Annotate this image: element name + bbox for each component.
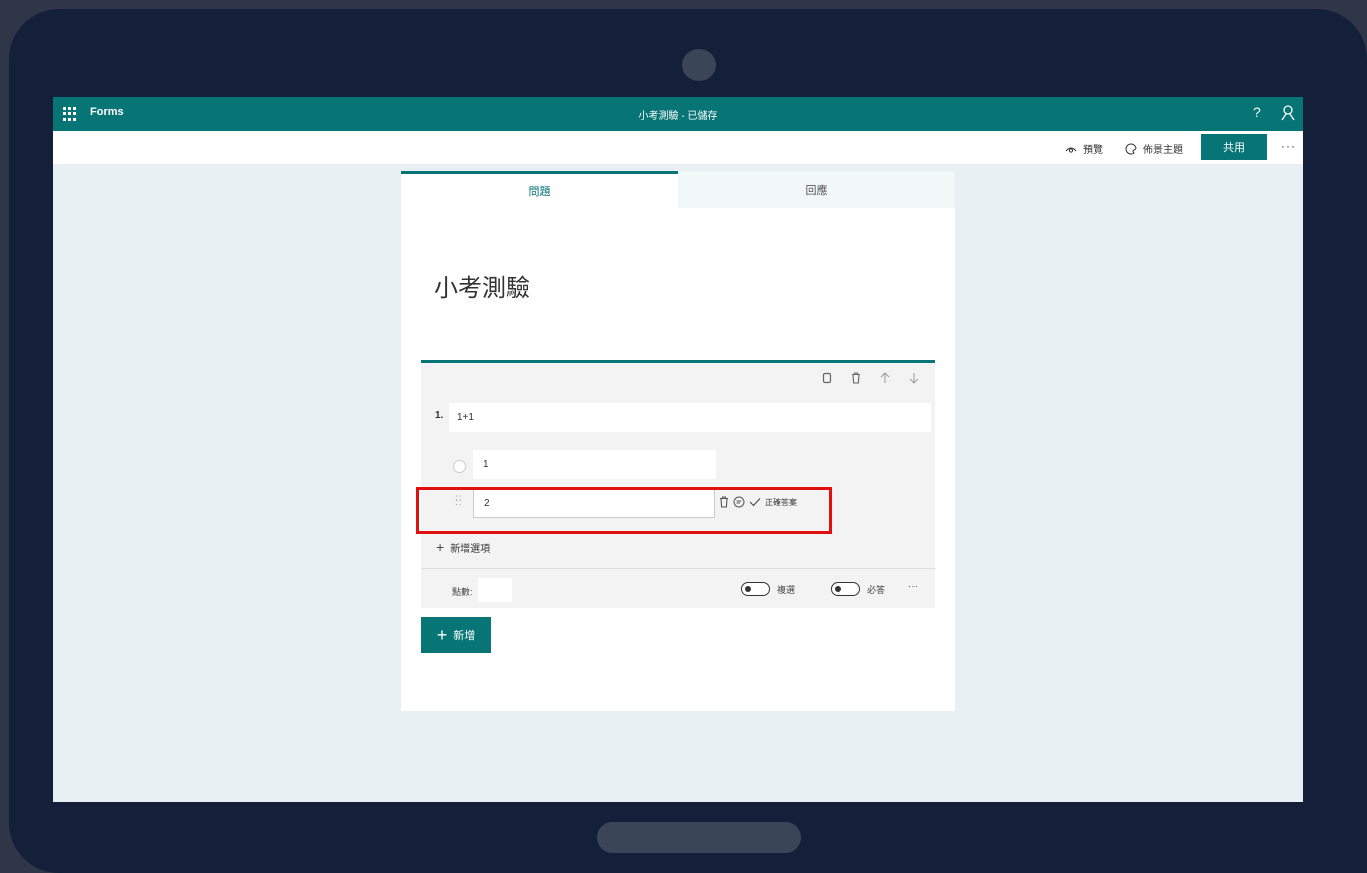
eye-icon <box>1065 147 1077 153</box>
form-tabs: 問題 回應 <box>401 171 955 208</box>
home-bar <box>597 822 801 853</box>
camera-lens <box>682 49 716 81</box>
delete-icon[interactable] <box>851 372 861 384</box>
points-label: 點數: <box>452 587 473 597</box>
required-label: 必答 <box>867 585 886 595</box>
tab-questions[interactable]: 問題 <box>401 171 678 208</box>
top-app-bar: Forms 小考測驗 - 已儲存 ? <box>53 97 1303 131</box>
move-down-icon[interactable] <box>909 372 919 384</box>
plus-icon: + <box>436 539 445 555</box>
multiple-answers-label: 複選 <box>777 585 796 595</box>
question-more-icon[interactable]: ··· <box>908 581 918 592</box>
plus-icon: + <box>436 624 448 645</box>
add-option-button[interactable]: + 新增選項 <box>436 539 490 555</box>
add-new-label: 新增 <box>453 630 476 642</box>
share-button[interactable]: 共用 <box>1201 134 1267 160</box>
tab-responses[interactable]: 回應 <box>678 171 955 208</box>
command-bar: 預覽 佈景主題 共用 ··· <box>53 131 1303 164</box>
required-toggle[interactable] <box>831 582 860 596</box>
option-radio-icon <box>453 460 466 473</box>
add-option-label: 新增選項 <box>450 543 491 555</box>
add-new-button[interactable]: + 新增 <box>421 617 491 653</box>
points-input[interactable] <box>478 578 512 602</box>
theme-button[interactable]: 佈景主題 <box>1125 141 1183 156</box>
question-number: 1. <box>435 410 444 421</box>
question-card[interactable]: 1. :: :: 正確答案 + <box>416 360 935 608</box>
copy-icon[interactable] <box>822 372 832 384</box>
palette-icon <box>1125 142 1137 154</box>
theme-label: 佈景主題 <box>1143 145 1183 156</box>
preview-button[interactable]: 預覽 <box>1065 141 1103 156</box>
help-icon[interactable]: ? <box>1253 104 1261 120</box>
question-footer: 點數: 複選 必答 ··· <box>421 568 935 608</box>
move-up-icon[interactable] <box>880 372 890 384</box>
form-title[interactable]: 小考測驗 <box>434 268 530 303</box>
more-options-icon[interactable]: ··· <box>1281 139 1296 153</box>
question-text-input[interactable] <box>449 403 931 432</box>
option-1-input[interactable] <box>473 450 716 479</box>
form-card: 小考測驗 1. :: :: <box>401 208 955 711</box>
highlight-box <box>416 487 832 534</box>
forms-screen: Forms 小考測驗 - 已儲存 ? 預覽 佈景主題 共用 ··· 問題 回應 <box>53 97 1303 802</box>
account-icon[interactable] <box>1281 105 1295 121</box>
multiple-answers-toggle[interactable] <box>741 582 770 596</box>
question-toolbar <box>822 372 919 384</box>
document-title: 小考測驗 - 已儲存 <box>638 111 718 122</box>
preview-label: 預覽 <box>1083 145 1103 156</box>
